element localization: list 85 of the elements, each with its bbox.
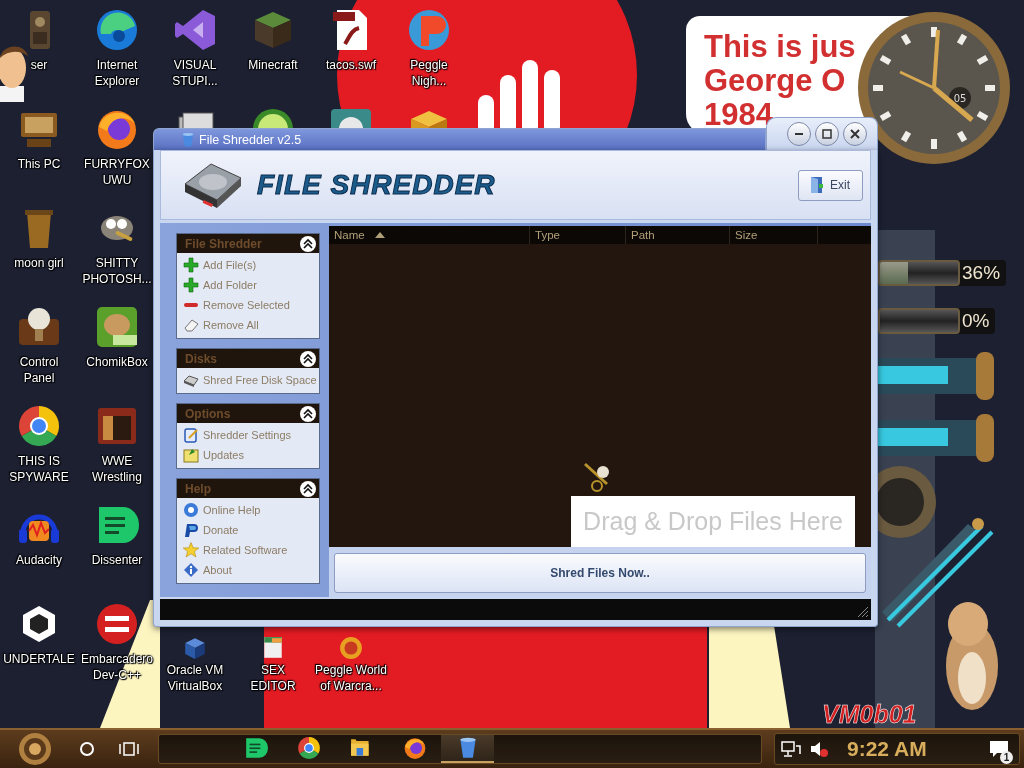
network-icon bbox=[781, 740, 801, 758]
desktop-shortcut[interactable]: Internet Explorer bbox=[81, 4, 153, 103]
task-link[interactable]: Remove Selected bbox=[177, 295, 296, 315]
settings-icon bbox=[183, 427, 199, 443]
ribbon-icon bbox=[173, 8, 217, 52]
notepad-icon bbox=[183, 447, 199, 463]
column-header[interactable]: Path bbox=[626, 226, 730, 244]
segmented-circle-icon bbox=[296, 736, 321, 760]
panel-title: Help bbox=[185, 481, 211, 496]
note-line: This is jus bbox=[704, 30, 856, 64]
desktop-shortcut[interactable]: THIS IS SPYWARE bbox=[3, 400, 75, 499]
door-icon bbox=[809, 176, 825, 194]
desktop-shortcut[interactable]: Minecraft bbox=[237, 4, 309, 103]
swirl-icon bbox=[95, 8, 139, 52]
desktop-shortcut[interactable]: Peggle Nigh... bbox=[393, 4, 465, 103]
panel-title: File Shredder bbox=[185, 236, 262, 251]
minimize-button[interactable] bbox=[787, 122, 811, 146]
cube-icon bbox=[183, 636, 207, 660]
plus-icon bbox=[183, 277, 199, 293]
window-title: File Shredder v2.5 bbox=[199, 132, 302, 147]
payment-icon bbox=[183, 522, 199, 538]
ball-icon bbox=[339, 636, 363, 660]
desktop-shortcut[interactable]: Control Panel bbox=[3, 301, 75, 400]
collapse-button[interactable] bbox=[300, 405, 316, 422]
close-button[interactable] bbox=[843, 122, 867, 146]
minimize-icon bbox=[795, 132, 803, 136]
round-logo-icon bbox=[407, 8, 451, 52]
clock-time[interactable]: 9:22 AM bbox=[847, 737, 927, 761]
desktop-shortcut[interactable]: Audacity bbox=[3, 499, 75, 598]
help-icon bbox=[183, 502, 199, 518]
collapse-button[interactable] bbox=[300, 235, 316, 252]
task-view-icon bbox=[119, 741, 139, 757]
note-line: George O bbox=[704, 64, 846, 98]
task-link[interactable]: Add File(s) bbox=[177, 255, 263, 275]
notification-button[interactable]: 1 bbox=[985, 736, 1013, 762]
maximize-button[interactable] bbox=[815, 122, 839, 146]
drive-icon bbox=[183, 372, 199, 388]
muted-speaker-icon bbox=[809, 740, 829, 758]
task-link[interactable]: Add Folder bbox=[177, 275, 263, 295]
editor-icon bbox=[261, 636, 285, 660]
desktop-shortcut[interactable]: ser bbox=[3, 4, 75, 103]
panel-title: Disks bbox=[185, 351, 218, 366]
desktop-shortcut[interactable]: WWE Wrestling bbox=[81, 400, 153, 499]
star-icon bbox=[183, 542, 199, 558]
desktop-shortcut[interactable]: Dissenter bbox=[81, 499, 153, 598]
desktop-shortcut[interactable]: Oracle VM VirtualBox bbox=[159, 636, 231, 699]
task-link[interactable]: Online Help bbox=[177, 500, 267, 520]
collapse-button[interactable] bbox=[300, 480, 316, 497]
app-logo-text: FILE SHREDDER bbox=[257, 169, 497, 201]
shred-button[interactable]: Shred Files Now.. bbox=[334, 553, 866, 593]
speech-bubble-icon bbox=[243, 736, 268, 760]
column-header[interactable]: Type bbox=[530, 226, 626, 244]
round-logo-icon bbox=[95, 602, 139, 646]
eraser-icon bbox=[183, 317, 199, 333]
gear-icon bbox=[18, 732, 52, 766]
desktop-shortcut[interactable]: This PC bbox=[3, 103, 75, 202]
column-header[interactable]: Size bbox=[730, 226, 818, 244]
desktop-shortcut[interactable]: SHITTY PHOTOSH... bbox=[81, 202, 153, 301]
desktop-shortcut[interactable]: Peggle World of Warcra... bbox=[315, 636, 387, 699]
signature-text: VM0b01 bbox=[822, 700, 917, 728]
panel-title: Options bbox=[185, 406, 231, 421]
task-link[interactable]: Updates bbox=[177, 445, 250, 465]
maximize-icon bbox=[822, 129, 832, 139]
info-icon bbox=[183, 562, 199, 578]
note-line: 1984 bbox=[704, 98, 773, 132]
desktop-shortcut[interactable]: FURRYFOX UWU bbox=[81, 103, 153, 202]
desktop-shortcut[interactable]: UNDERTALE bbox=[3, 598, 75, 697]
segmented-circle-icon bbox=[17, 404, 61, 448]
desktop-shortcut[interactable]: VISUAL STUPI... bbox=[159, 4, 231, 103]
collapse-button[interactable] bbox=[300, 350, 316, 367]
flame-globe-icon bbox=[402, 736, 427, 760]
plus-icon bbox=[183, 257, 199, 273]
exit-button[interactable]: Exit bbox=[798, 169, 863, 201]
taskbar-app[interactable] bbox=[441, 735, 494, 763]
resize-grip-icon bbox=[857, 606, 869, 618]
task-link[interactable]: Shredder Settings bbox=[177, 425, 298, 445]
sort-up-icon bbox=[374, 231, 385, 239]
desktop-shortcut[interactable]: moon girl bbox=[3, 202, 75, 301]
circle-icon bbox=[79, 741, 95, 757]
figure-drawing bbox=[0, 46, 28, 102]
cup-icon bbox=[180, 131, 196, 148]
column-header[interactable]: Name bbox=[329, 226, 530, 244]
close-icon bbox=[850, 129, 860, 139]
task-link[interactable]: Related Software bbox=[177, 540, 294, 560]
desktop-shortcut[interactable]: ChomikBox bbox=[81, 301, 153, 400]
